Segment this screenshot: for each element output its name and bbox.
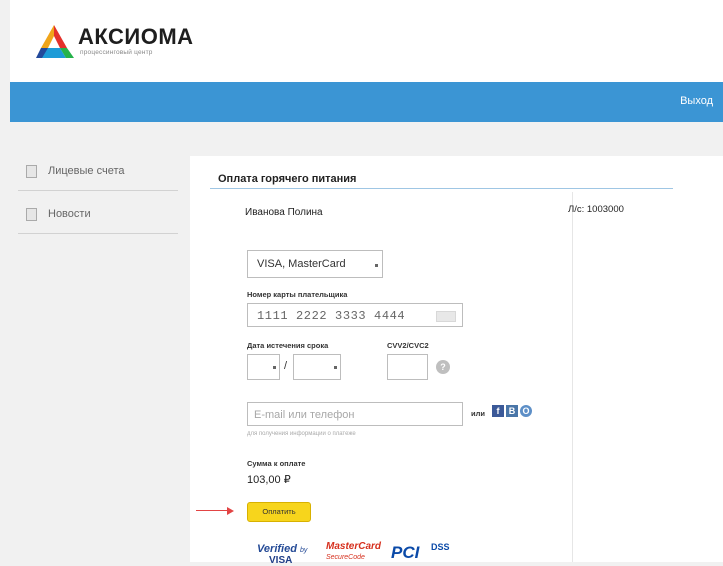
- account-number: Л/с: 1003000: [568, 204, 624, 215]
- sidebar-item-accounts[interactable]: Лицевые счета: [18, 148, 178, 191]
- logo-icon: [36, 25, 74, 58]
- verified-by-text: by: [300, 547, 308, 554]
- help-icon[interactable]: ?: [436, 360, 450, 374]
- document-icon: [26, 208, 37, 221]
- annotation-arrow-line: [196, 510, 228, 511]
- expiry-label: Дата истечения срока: [247, 341, 329, 350]
- cvv-input[interactable]: [387, 354, 428, 380]
- user-name: Иванова Полина: [245, 207, 323, 218]
- expiry-month-select[interactable]: [247, 354, 280, 380]
- expiry-year-select[interactable]: [293, 354, 341, 380]
- chevron-down-icon: [273, 366, 276, 369]
- document-icon: [26, 165, 37, 178]
- dss-text: DSS: [431, 542, 450, 552]
- or-label: или: [471, 409, 485, 418]
- sidebar: Лицевые счета Новости: [10, 148, 185, 234]
- card-number-value: 1111 2222 3333 4444: [257, 309, 406, 323]
- cvv-label: CVV2/CVC2: [387, 341, 429, 350]
- email-input[interactable]: E-mail или телефон: [247, 402, 463, 426]
- payment-system-value: VISA, MasterCard: [257, 258, 346, 270]
- logo-subtitle: процессинговый центр: [80, 49, 153, 56]
- securecode-text: SecureCode: [326, 554, 365, 561]
- logout-link[interactable]: Выход: [680, 95, 713, 107]
- mastercard-logo: MasterCard: [326, 541, 382, 552]
- ok-icon[interactable]: О: [520, 405, 532, 417]
- top-bar: Выход: [10, 82, 723, 122]
- sum-label: Сумма к оплате: [247, 459, 306, 468]
- sidebar-item-news[interactable]: Новости: [18, 191, 178, 234]
- sidebar-item-label: Новости: [48, 208, 91, 220]
- pay-button[interactable]: Оплатить: [247, 502, 311, 522]
- payment-system-select[interactable]: VISA, MasterCard: [247, 250, 383, 278]
- sidebar-item-label: Лицевые счета: [48, 165, 125, 177]
- email-hint: для получения информации о платеже: [247, 431, 356, 437]
- expiry-separator: /: [284, 360, 288, 372]
- title-divider: [210, 188, 673, 189]
- card-number-input[interactable]: 1111 2222 3333 4444: [247, 303, 463, 327]
- logo-title: АКСИОМА: [78, 24, 194, 49]
- header: АКСИОМА процессинговый центр: [10, 0, 723, 82]
- pci-logo: PCI: [391, 543, 420, 562]
- annotation-arrow-icon: [227, 507, 234, 515]
- page-title: Оплата горячего питания: [218, 173, 357, 185]
- facebook-icon[interactable]: f: [492, 405, 504, 417]
- card-type-icon: [436, 311, 456, 322]
- verified-text: Verified: [257, 543, 297, 555]
- card-number-label: Номер карты плательщика: [247, 290, 348, 299]
- sum-value: 103,00 ₽: [247, 474, 291, 486]
- visa-brand: VISA: [269, 555, 293, 566]
- payment-card: Оплата горячего питания Иванова Полина Л…: [190, 156, 723, 566]
- email-placeholder: E-mail или телефон: [254, 409, 355, 421]
- chevron-down-icon: [375, 264, 378, 267]
- vk-icon[interactable]: В: [506, 405, 518, 417]
- chevron-down-icon: [334, 366, 337, 369]
